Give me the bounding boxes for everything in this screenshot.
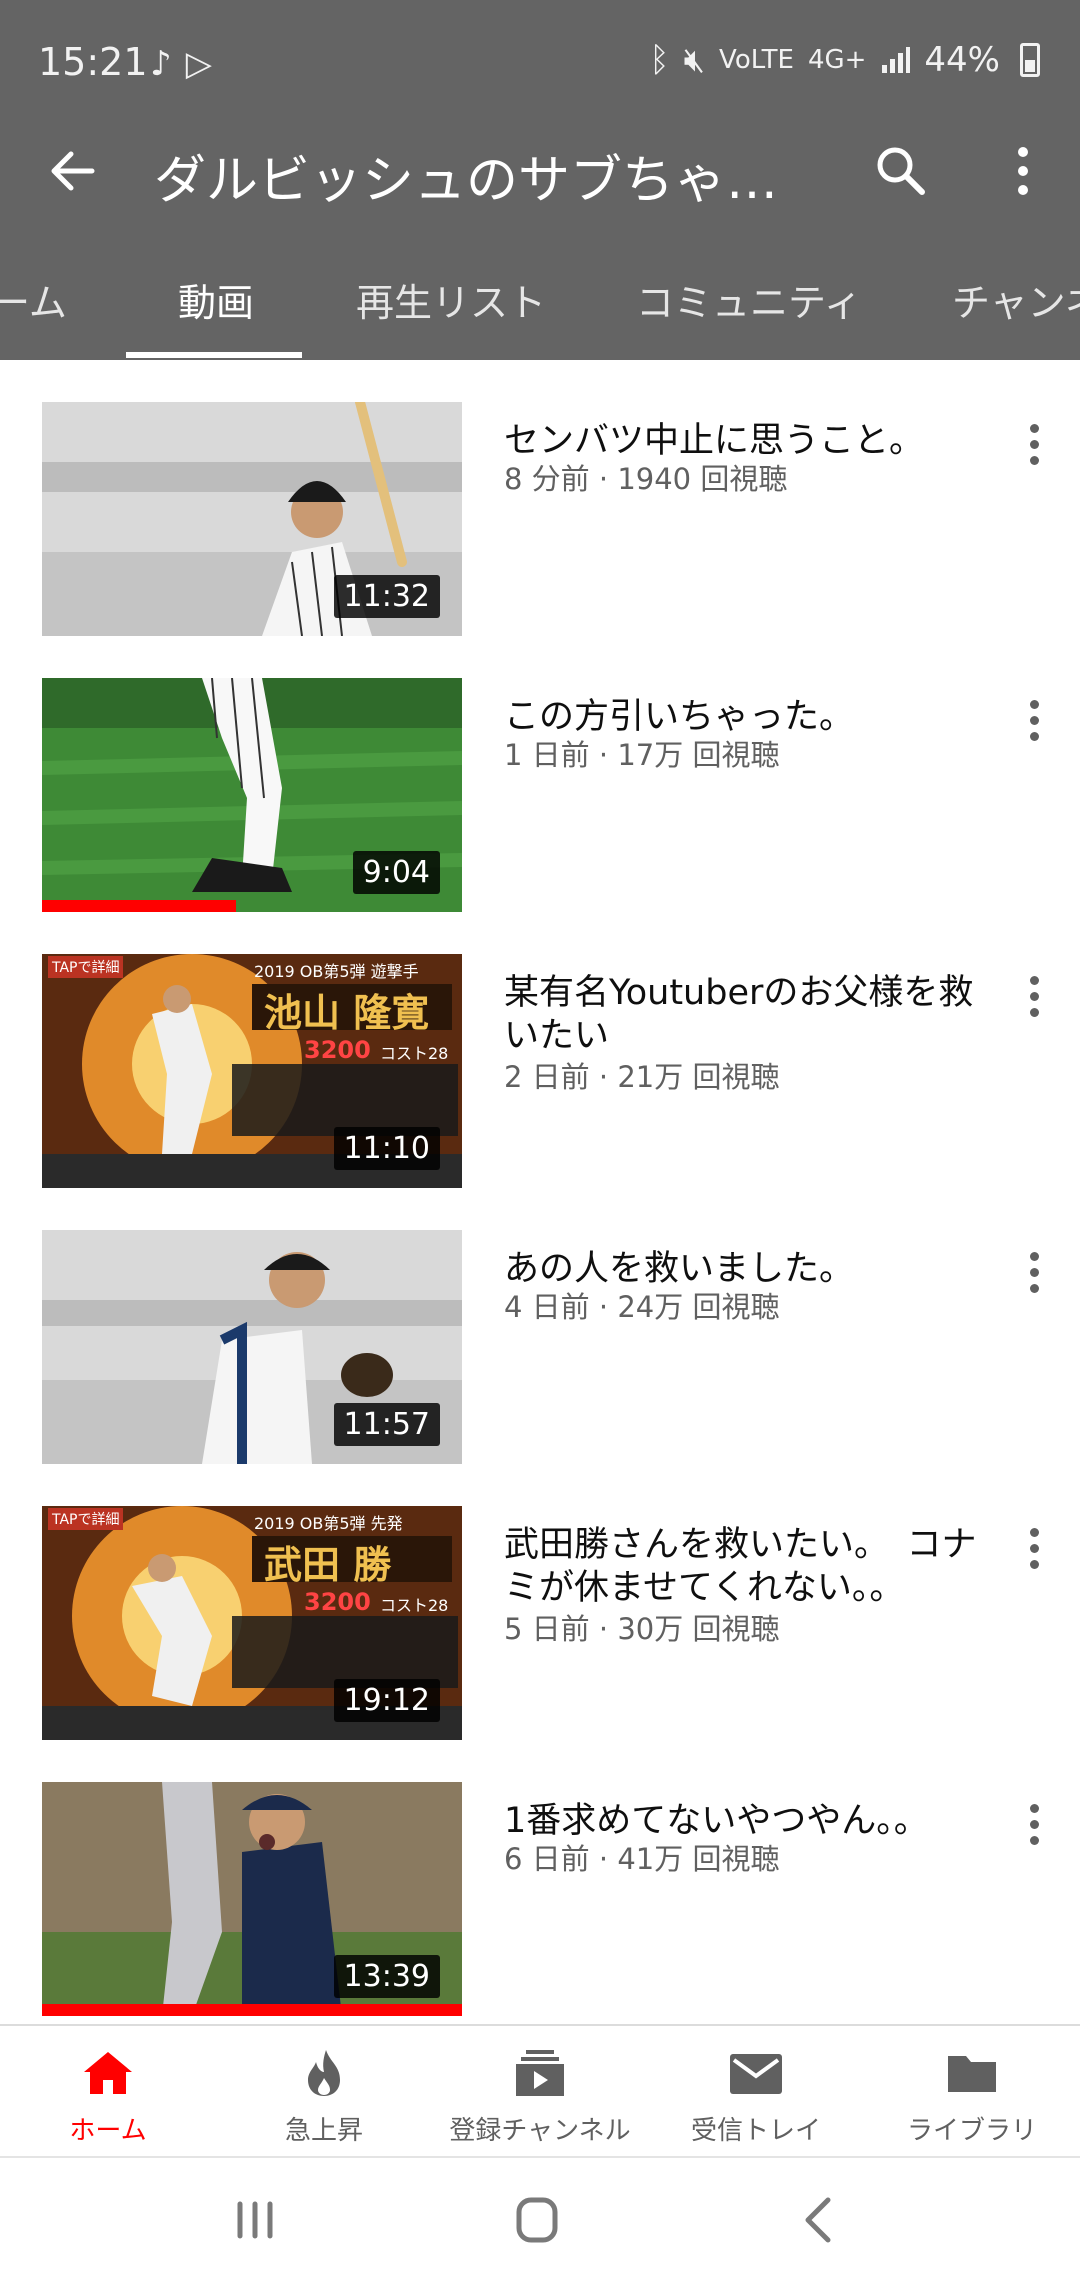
battery-icon <box>1020 43 1040 77</box>
nav-label: ライブラリ <box>906 2116 1037 2146</box>
nav-home[interactable]: ホーム <box>0 2026 216 2158</box>
search-icon[interactable] <box>868 138 934 204</box>
home-icon <box>84 2052 132 2094</box>
video-thumbnail[interactable]: TAPで詳細 2019 OB第5弾 先発 武田 勝 3200 コスト28 19:… <box>42 1506 462 1740</box>
nav-label: ホーム <box>69 2116 147 2146</box>
nav-trending[interactable]: 急上昇 <box>216 2026 432 2158</box>
video-item[interactable]: TAPで詳細 2019 OB第5弾 先発 武田 勝 3200 コスト28 19:… <box>0 1506 1080 1746</box>
nav-label: 急上昇 <box>284 2116 363 2146</box>
bluetooth-icon: ᛒ <box>649 40 670 80</box>
thumbnail-player-name: 池山 隆寛 <box>264 990 430 1035</box>
more-vert-icon[interactable] <box>990 138 1056 204</box>
nav-label: 受信トレイ <box>690 2116 821 2146</box>
inbox-mail-icon <box>730 2054 782 2094</box>
video-item[interactable]: 9:04 この方引いちゃった。 1 日前 · 17万 回視聴 <box>0 678 1080 918</box>
signal-icon <box>882 47 911 73</box>
battery-level: 44% <box>924 40 1000 80</box>
video-item[interactable]: 11:57 あの人を救いました。 4 日前 · 24万 回視聴 <box>0 1230 1080 1470</box>
video-meta: 2 日前 · 21万 回視聴 <box>504 1060 780 1094</box>
nav-label: 登録チャンネル <box>449 2116 631 2146</box>
status-bar: 15:21 ♪▷ ᛒ 🔇︎ VoLTE 4G+ 44% <box>0 0 1080 108</box>
thumbnail-player-name: 武田 勝 <box>264 1542 392 1587</box>
tab-playlists[interactable]: 再生リスト <box>356 272 546 327</box>
home-button-icon[interactable] <box>502 2188 572 2252</box>
network-label: 4G+ <box>807 45 867 75</box>
thumbnail-cost-value: 3200 <box>304 1036 371 1064</box>
video-thumbnail[interactable]: 13:39 <box>42 1782 462 2016</box>
library-folder-icon <box>948 2056 996 2092</box>
video-meta: 8 分前 · 1940 回視聴 <box>504 462 788 496</box>
status-time: 15:21 <box>38 40 148 84</box>
video-duration: 19:12 <box>333 1679 440 1722</box>
video-title[interactable]: 某有名Youtuberのお父様を救いたい <box>504 972 984 1058</box>
thumbnail-card-header: 2019 OB第5弾 先発 <box>254 1514 403 1533</box>
video-more-icon[interactable] <box>1016 972 1052 1024</box>
tab-community[interactable]: コミュニティ <box>636 272 862 327</box>
video-duration: 13:39 <box>333 1955 440 1998</box>
video-more-icon[interactable] <box>1016 1800 1052 1852</box>
app-bar: ダルビッシュのサブちゃん… <box>0 108 1080 234</box>
thumbnail-tap-label: TAPで詳細 <box>48 1508 124 1530</box>
nav-inbox[interactable]: 受信トレイ <box>648 2026 864 2158</box>
video-thumbnail[interactable]: 11:57 <box>42 1230 462 1464</box>
back-arrow-icon[interactable] <box>40 138 106 204</box>
thumbnail-cost-label: コスト28 <box>380 1596 449 1615</box>
video-thumbnail[interactable]: 9:04 <box>42 678 462 912</box>
thumbnail-cost-label: コスト28 <box>380 1044 449 1063</box>
notification-icons: ♪▷ <box>150 44 226 84</box>
nav-subscriptions[interactable]: 登録チャンネル <box>432 2026 648 2158</box>
watched-progress-bar <box>42 900 236 912</box>
volte-label: VoLTE <box>719 45 794 75</box>
back-button-icon[interactable] <box>784 2188 854 2252</box>
video-title[interactable]: 武田勝さんを救いたい。 コナミが休ませてくれない。。 <box>504 1524 984 1610</box>
video-more-icon[interactable] <box>1016 696 1052 748</box>
video-item[interactable]: 13:39 1番求めてないやつやん。。 6 日前 · 41万 回視聴 <box>0 1782 1080 2022</box>
channel-title: ダルビッシュのサブちゃん… <box>154 151 794 211</box>
video-duration: 11:32 <box>333 575 440 618</box>
video-item[interactable]: TAPで詳細 2019 OB第5弾 遊撃手 池山 隆寛 3200 コスト28 1… <box>0 954 1080 1194</box>
video-thumbnail[interactable]: 11:32 <box>42 402 462 636</box>
tab-videos[interactable]: 動画 <box>178 272 254 327</box>
video-more-icon[interactable] <box>1016 1248 1052 1300</box>
subscriptions-icon <box>516 2050 564 2096</box>
video-more-icon[interactable] <box>1016 1524 1052 1576</box>
tab-channels[interactable]: チャンネ <box>952 272 1080 327</box>
system-navigation-bar <box>0 2156 1080 2280</box>
watched-progress-bar <box>42 2004 462 2016</box>
channel-tabs: ーム 動画 再生リスト コミュニティ チャンネ <box>0 234 1080 360</box>
video-more-icon[interactable] <box>1016 420 1052 472</box>
nav-library[interactable]: ライブラリ <box>864 2026 1080 2158</box>
video-duration: 9:04 <box>352 851 440 894</box>
play-store-icon: ▷ <box>185 44 226 84</box>
video-meta: 4 日前 · 24万 回視聴 <box>504 1290 780 1324</box>
active-tab-indicator <box>126 352 302 358</box>
video-duration: 11:57 <box>333 1403 440 1446</box>
video-duration: 11:10 <box>333 1127 440 1170</box>
thumbnail-cost-value: 3200 <box>304 1588 371 1616</box>
trending-flame-icon <box>308 2050 340 2096</box>
thumbnail-tap-label: TAPで詳細 <box>48 956 124 978</box>
bottom-navigation: ホーム 急上昇 登録チャンネル 受信トレイ ライブラリ <box>0 2024 1080 2156</box>
tab-home[interactable]: ーム <box>0 272 67 327</box>
music-note-icon: ♪ <box>150 44 186 84</box>
mute-icon: 🔇︎ <box>683 40 706 80</box>
video-meta: 5 日前 · 30万 回視聴 <box>504 1612 780 1646</box>
video-item[interactable]: 11:32 センバツ中止に思うこと。 8 分前 · 1940 回視聴 <box>0 402 1080 642</box>
video-meta: 1 日前 · 17万 回視聴 <box>504 738 780 772</box>
recent-apps-icon[interactable] <box>220 2188 290 2252</box>
status-right: ᛒ 🔇︎ VoLTE 4G+ 44% <box>649 40 1040 80</box>
video-meta: 6 日前 · 41万 回視聴 <box>504 1842 780 1876</box>
video-thumbnail[interactable]: TAPで詳細 2019 OB第5弾 遊撃手 池山 隆寛 3200 コスト28 1… <box>42 954 462 1188</box>
thumbnail-card-header: 2019 OB第5弾 遊撃手 <box>254 962 419 981</box>
